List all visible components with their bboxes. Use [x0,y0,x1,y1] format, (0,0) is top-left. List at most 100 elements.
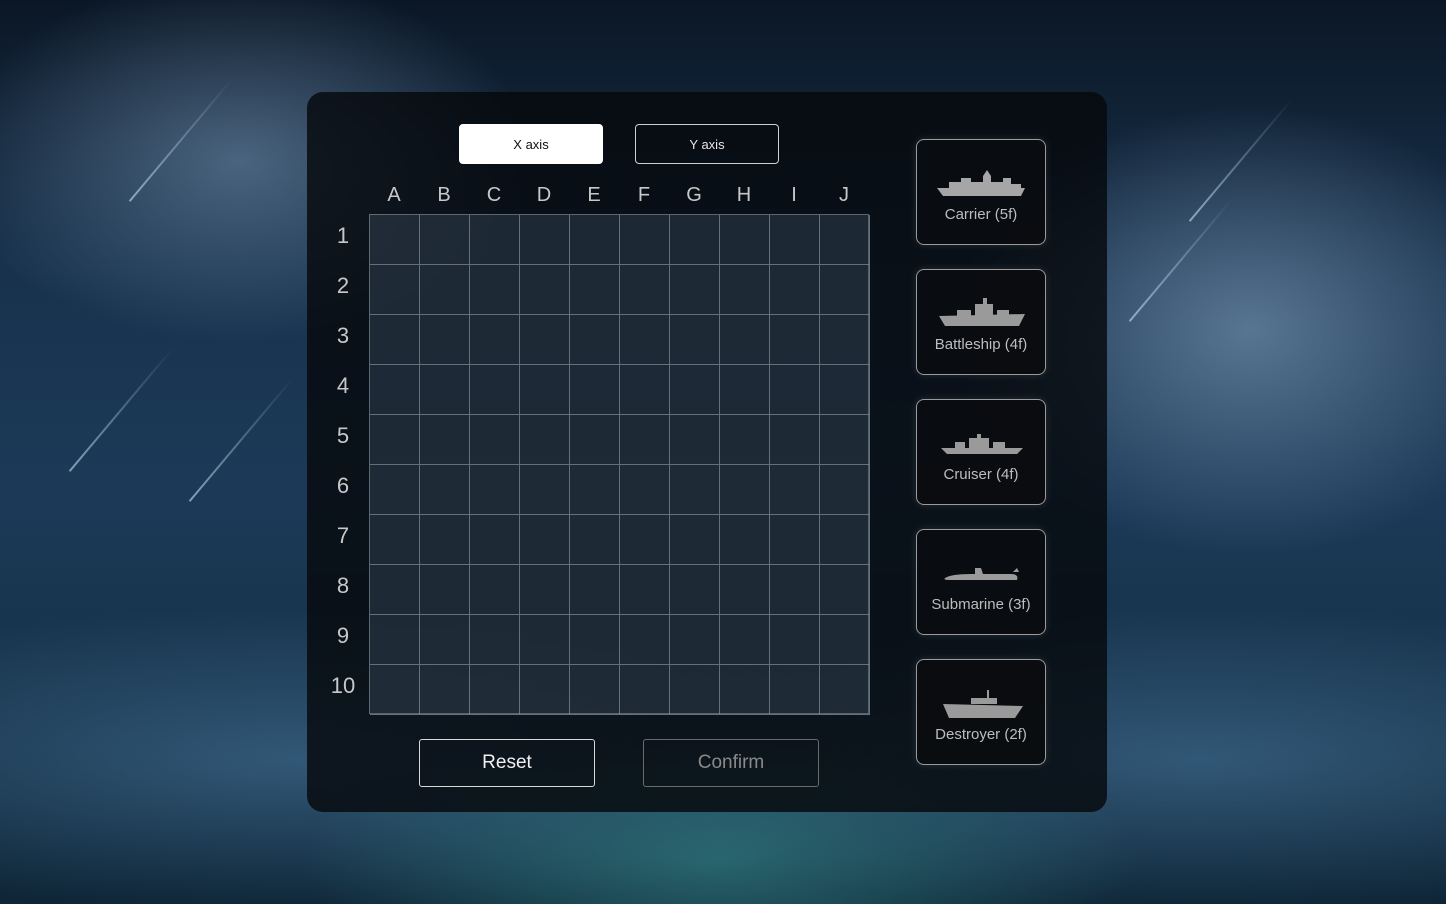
grid-cell[interactable] [670,565,720,615]
x-axis-button[interactable]: X axis [459,124,603,164]
grid-cell[interactable] [370,315,420,365]
grid-cell[interactable] [520,215,570,265]
grid-cell[interactable] [620,365,670,415]
grid-cell[interactable] [470,415,520,465]
grid-cell[interactable] [820,215,870,265]
grid-cell[interactable] [570,615,620,665]
grid-cell[interactable] [770,465,820,515]
grid-cell[interactable] [570,465,620,515]
grid-cell[interactable] [770,415,820,465]
grid-cell[interactable] [620,515,670,565]
grid-cell[interactable] [670,465,720,515]
grid-cell[interactable] [370,615,420,665]
reset-button[interactable]: Reset [419,739,595,787]
grid-cell[interactable] [770,565,820,615]
grid-cell[interactable] [620,615,670,665]
grid-cell[interactable] [770,215,820,265]
grid-cell[interactable] [770,265,820,315]
grid-cell[interactable] [820,465,870,515]
grid-cell[interactable] [470,565,520,615]
grid-cell[interactable] [570,665,620,715]
grid-cell[interactable] [370,215,420,265]
grid-cell[interactable] [720,365,770,415]
grid-cell[interactable] [670,415,720,465]
grid-cell[interactable] [520,565,570,615]
grid-cell[interactable] [770,365,820,415]
grid-cell[interactable] [620,215,670,265]
grid-cell[interactable] [720,315,770,365]
grid-cell[interactable] [720,265,770,315]
grid-cell[interactable] [570,315,620,365]
grid-cell[interactable] [370,265,420,315]
grid-cell[interactable] [520,315,570,365]
grid-cell[interactable] [770,315,820,365]
grid-cell[interactable] [470,515,520,565]
grid-cell[interactable] [770,665,820,715]
grid-cell[interactable] [820,315,870,365]
grid-cell[interactable] [370,415,420,465]
grid-cell[interactable] [370,515,420,565]
grid-cell[interactable] [570,265,620,315]
grid-cell[interactable] [620,415,670,465]
grid-cell[interactable] [420,565,470,615]
grid-cell[interactable] [470,465,520,515]
grid-cell[interactable] [670,615,720,665]
grid-cell[interactable] [670,215,720,265]
grid-cell[interactable] [670,515,720,565]
grid-cell[interactable] [820,565,870,615]
grid-cell[interactable] [720,615,770,665]
grid-cell[interactable] [820,615,870,665]
grid-cell[interactable] [520,415,570,465]
grid-cell[interactable] [720,665,770,715]
grid-cell[interactable] [420,465,470,515]
y-axis-button[interactable]: Y axis [635,124,779,164]
grid-cell[interactable] [570,565,620,615]
grid-cell[interactable] [570,515,620,565]
grid-cell[interactable] [620,315,670,365]
grid-cell[interactable] [820,265,870,315]
grid-cell[interactable] [770,515,820,565]
grid-cell[interactable] [520,615,570,665]
grid-cell[interactable] [370,465,420,515]
grid-cell[interactable] [570,415,620,465]
grid-cell[interactable] [670,365,720,415]
grid-cell[interactable] [720,515,770,565]
grid-cell[interactable] [520,515,570,565]
grid-cell[interactable] [470,315,520,365]
grid-cell[interactable] [470,265,520,315]
grid-cell[interactable] [470,615,520,665]
ship-card-submarine[interactable]: Submarine (3f) [916,529,1046,635]
grid-cell[interactable] [420,315,470,365]
grid-cell[interactable] [370,665,420,715]
grid-cell[interactable] [670,315,720,365]
grid-cell[interactable] [570,365,620,415]
grid-cell[interactable] [370,365,420,415]
grid-cell[interactable] [520,365,570,415]
grid-cell[interactable] [470,665,520,715]
grid-cell[interactable] [620,565,670,615]
grid-cell[interactable] [820,365,870,415]
ship-card-cruiser[interactable]: Cruiser (4f) [916,399,1046,505]
grid-cell[interactable] [420,665,470,715]
grid-cell[interactable] [470,365,520,415]
grid-cell[interactable] [720,215,770,265]
grid-cell[interactable] [370,565,420,615]
grid-cell[interactable] [620,265,670,315]
grid-cell[interactable] [420,415,470,465]
grid-cell[interactable] [420,265,470,315]
grid-cell[interactable] [570,215,620,265]
grid-cell[interactable] [820,515,870,565]
grid-cell[interactable] [520,265,570,315]
grid-cell[interactable] [770,615,820,665]
grid-cell[interactable] [670,665,720,715]
grid-cell[interactable] [520,665,570,715]
grid-cell[interactable] [420,365,470,415]
confirm-button[interactable]: Confirm [643,739,819,787]
grid-cell[interactable] [420,615,470,665]
grid-cell[interactable] [670,265,720,315]
grid-cell[interactable] [620,665,670,715]
grid-cell[interactable] [470,215,520,265]
grid-cell[interactable] [820,665,870,715]
ship-card-carrier[interactable]: Carrier (5f) [916,139,1046,245]
grid-cell[interactable] [520,465,570,515]
